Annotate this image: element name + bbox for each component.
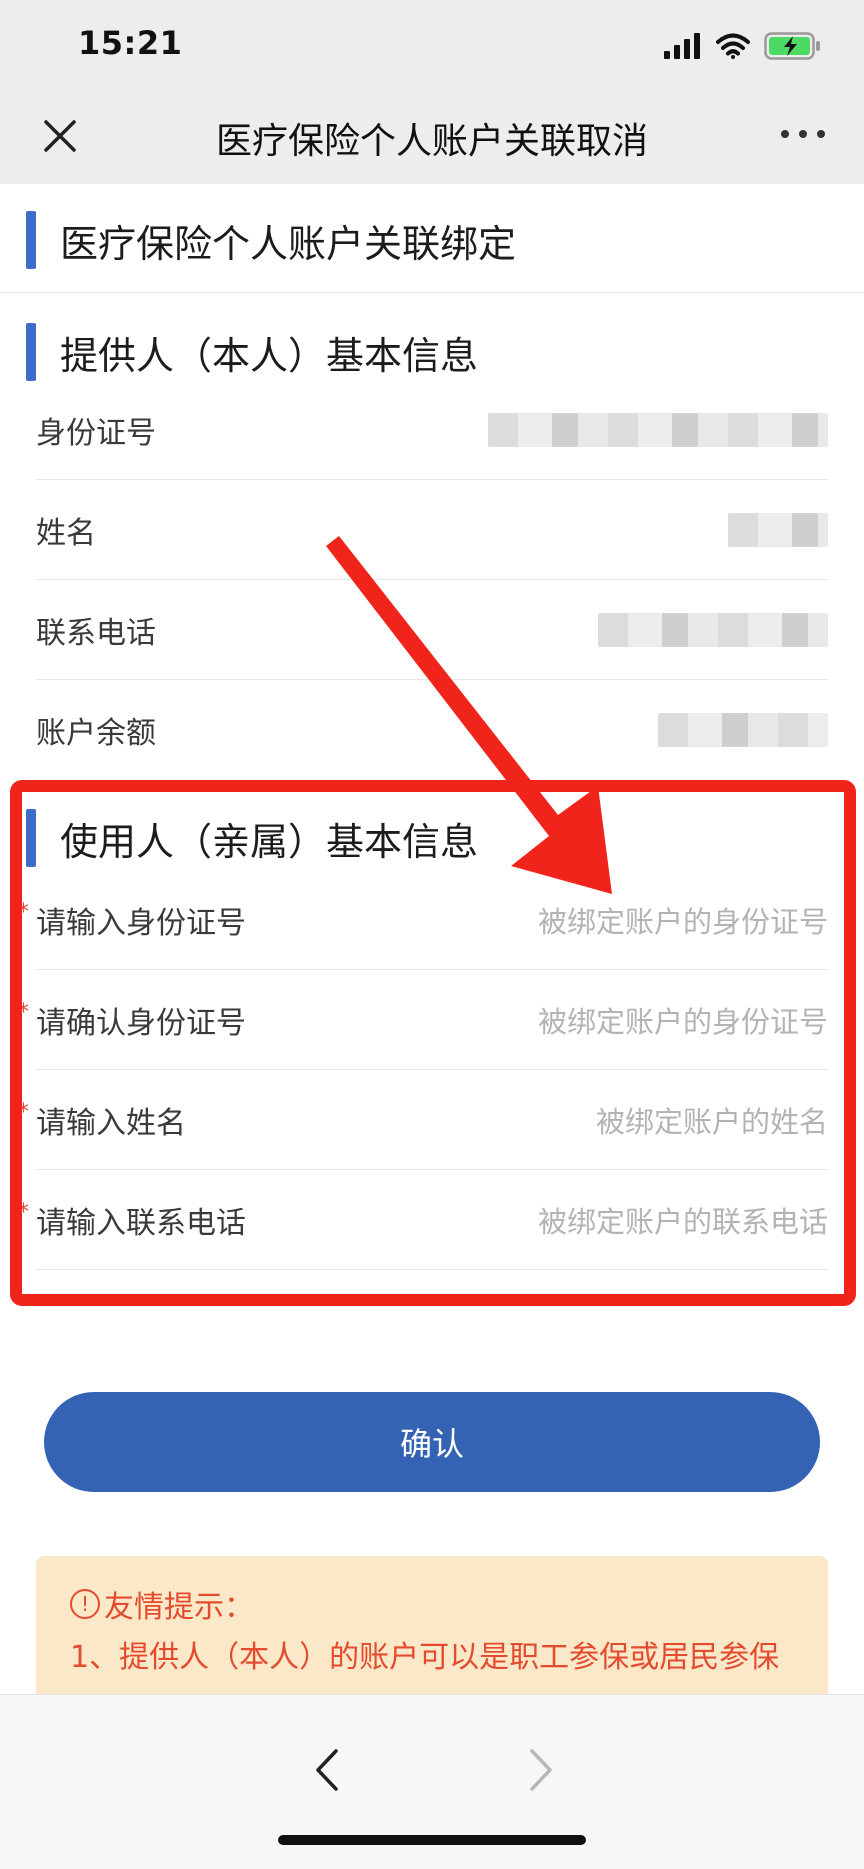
masked-value	[658, 713, 828, 747]
wifi-icon	[716, 33, 750, 59]
bottom-toolbar	[0, 1694, 864, 1869]
provider-row-id: 身份证号	[36, 380, 828, 480]
page-section-header: 医疗保险个人账户关联绑定	[0, 190, 864, 290]
divider	[0, 292, 864, 293]
more-icon[interactable]	[778, 124, 828, 144]
warning-icon: !	[70, 1589, 100, 1619]
battery-charging-icon	[764, 32, 820, 60]
provider-section-title: 提供人（本人）基本信息	[60, 333, 479, 378]
top-bar: 15:21 医疗保险个人账户关联取消	[0, 0, 864, 184]
row-label: 联系电话	[36, 615, 156, 651]
tips-line: 1、提供人（本人）的账户可以是职工参保或居民参保	[70, 1640, 780, 1675]
provider-row-balance: 账户余额	[36, 680, 828, 780]
row-label: 姓名	[36, 515, 96, 551]
signal-icon	[664, 33, 700, 59]
row-label: 账户余额	[36, 716, 156, 751]
masked-value	[728, 513, 828, 547]
tips-title: ! 友情提示：	[70, 1582, 794, 1626]
forward-icon[interactable]	[520, 1745, 560, 1795]
tips-box: ! 友情提示： 1、提供人（本人）的账户可以是职工参保或居民参保	[36, 1556, 828, 1716]
page-section-title: 医疗保险个人账户关联绑定	[60, 221, 517, 266]
masked-value	[598, 613, 828, 647]
status-icons	[664, 30, 822, 62]
nav-title: 医疗保险个人账户关联取消	[215, 121, 648, 162]
provider-row-name: 姓名	[36, 480, 828, 580]
highlight-frame	[10, 780, 856, 1306]
accent-bar	[26, 323, 36, 381]
home-indicator	[278, 1835, 586, 1845]
provider-row-phone: 联系电话	[36, 580, 828, 680]
confirm-button[interactable]: 确认	[44, 1392, 820, 1492]
masked-value	[488, 413, 828, 447]
row-label: 身份证号	[36, 415, 156, 451]
status-time: 15:21	[78, 24, 183, 62]
accent-bar	[26, 211, 36, 269]
back-icon[interactable]	[308, 1745, 348, 1795]
